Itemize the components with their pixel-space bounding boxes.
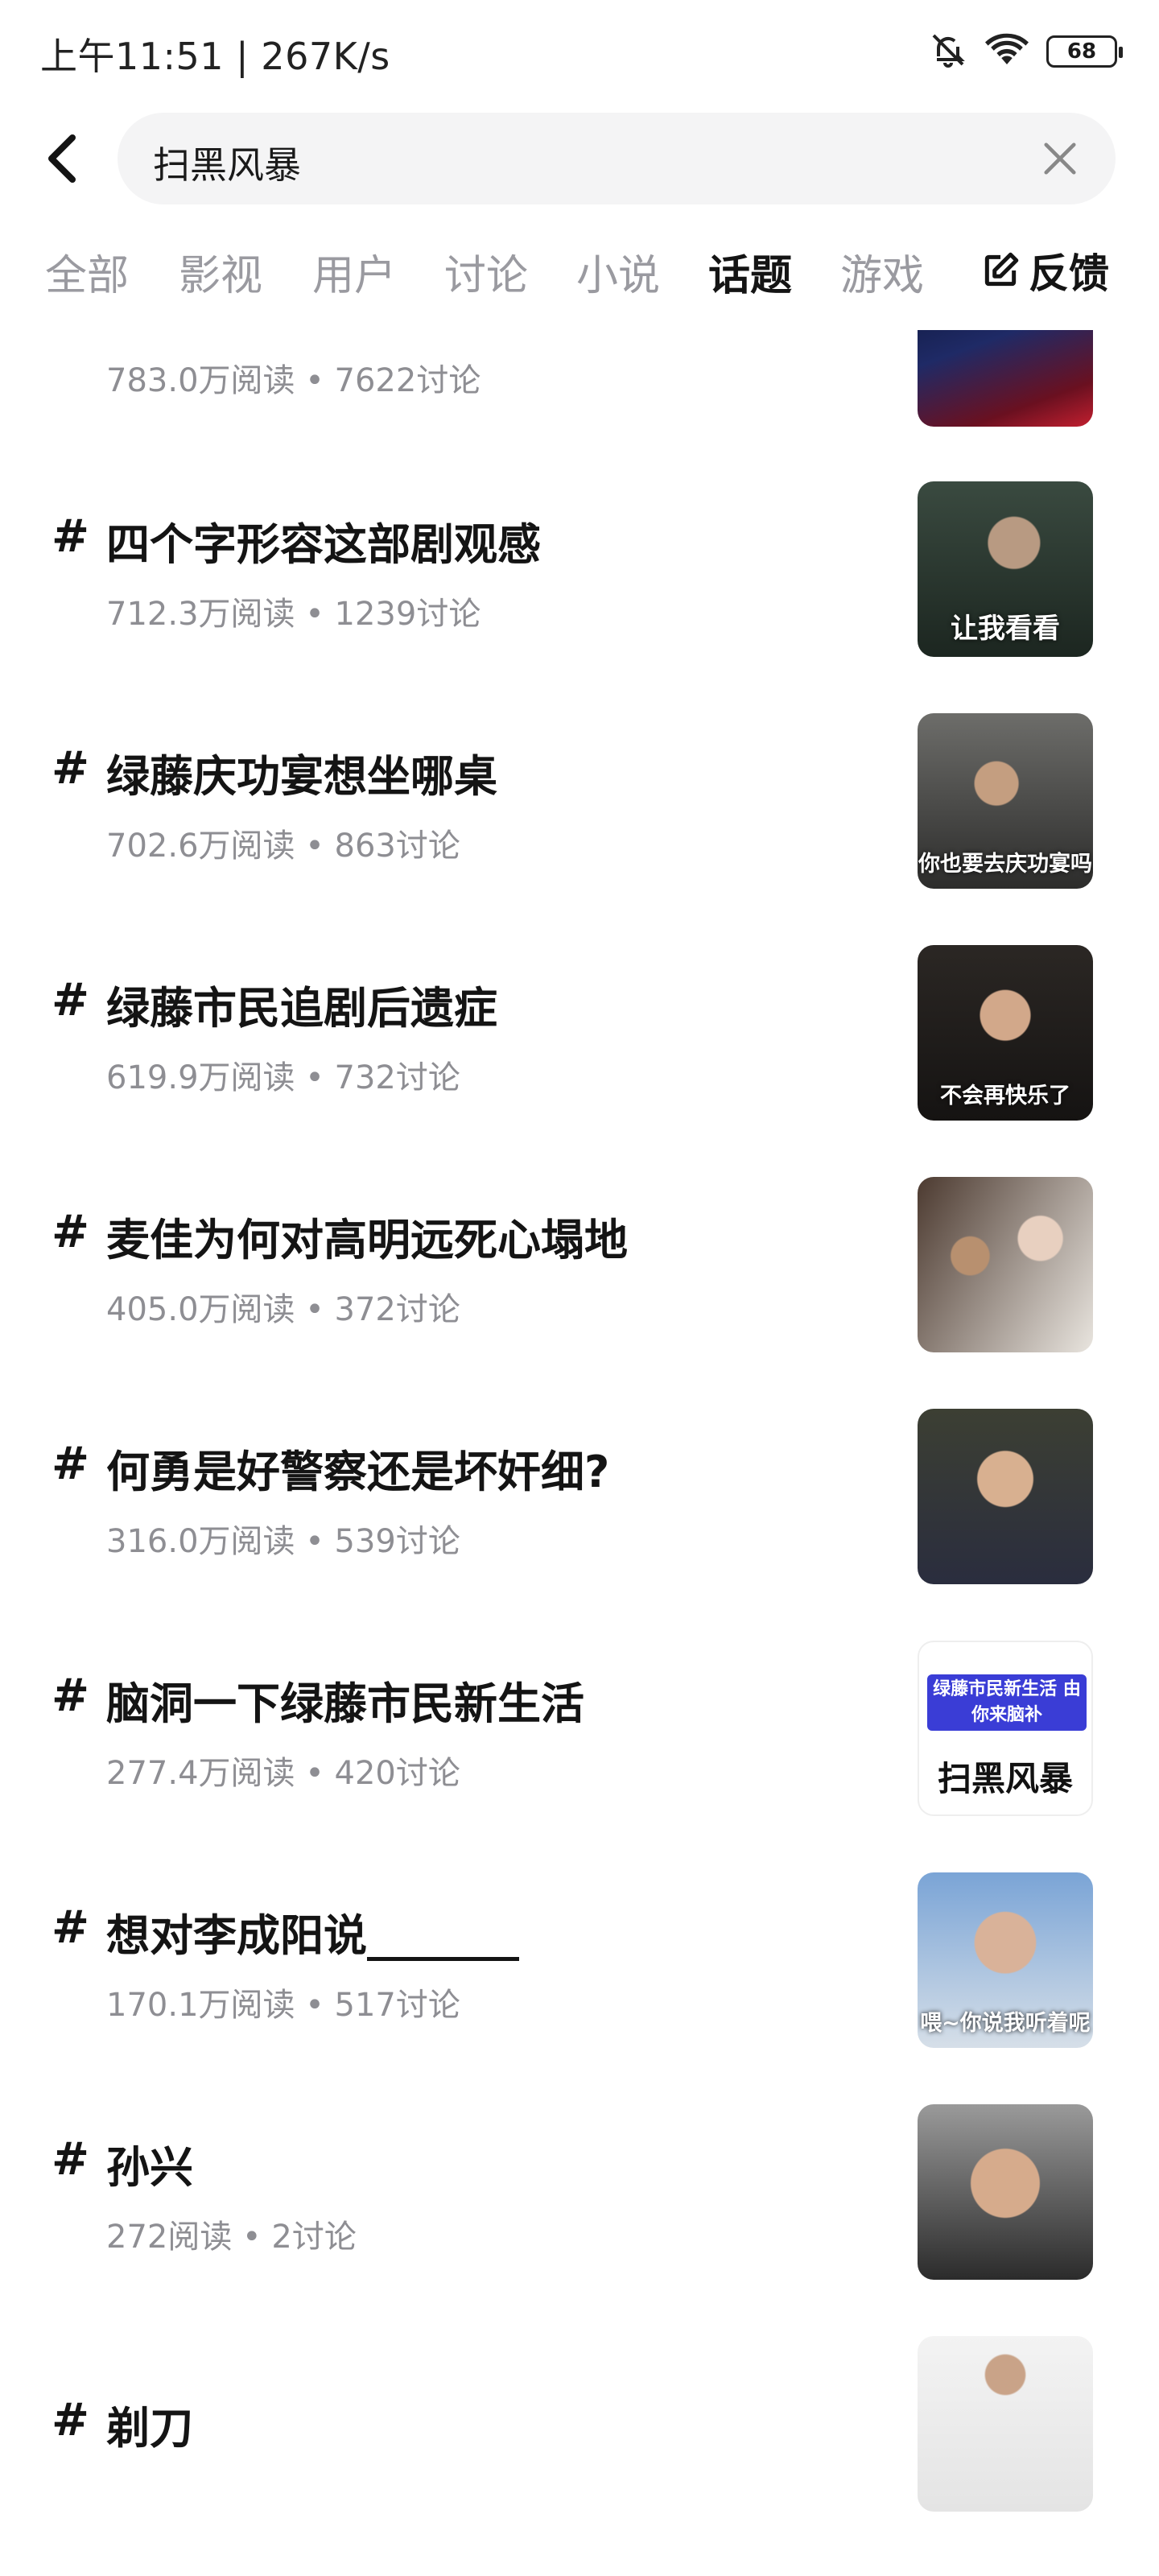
status-time-speed: 上午11:51 | 267K/s — [40, 35, 390, 78]
category-tabs: 全部 影视 用户 讨论 小说 话题 游戏 反馈 — [0, 233, 1159, 322]
topic-title: 脑洞一下绿藤市民新生活 — [106, 1678, 584, 1729]
topic-meta: 702.6万阅读 • 863讨论 — [106, 828, 460, 865]
search-query: 扫黑风暴 — [153, 143, 301, 187]
list-item[interactable]: # 想对李成阳说_______ 170.1万阅读 • 517讨论 喂~你说我听着… — [0, 1872, 1159, 2104]
list-item[interactable]: # 剃刀 — [0, 2336, 1159, 2568]
hashtag-icon: # — [52, 1901, 89, 1954]
thumbnail-caption: 让我看看 — [951, 613, 1060, 645]
list-item[interactable]: # 绿藤庆功宴想坐哪桌 702.6万阅读 • 863讨论 你也要去庆功宴吗 — [0, 713, 1159, 945]
search-input[interactable]: 扫黑风暴 — [118, 113, 1116, 204]
topic-thumbnail — [918, 2336, 1093, 2512]
topic-thumbnail: 绿藤市民新生活 由你来脑补 扫黑风暴 — [918, 1641, 1093, 1816]
list-item[interactable]: # 孙兴 272阅读 • 2讨论 — [0, 2104, 1159, 2336]
clear-icon — [1044, 142, 1076, 175]
tab-novel[interactable]: 小说 — [576, 242, 660, 302]
topic-title: 何勇是好警察还是坏奸细? — [106, 1447, 610, 1497]
wifi-icon — [985, 31, 1029, 72]
status-bar: 上午11:51 | 267K/s 68 — [0, 0, 1159, 105]
topic-meta: 316.0万阅读 • 539讨论 — [106, 1523, 460, 1560]
topic-title: 麦佳为何对高明远死心塌地 — [106, 1215, 628, 1265]
topic-title: 剃刀 — [106, 2403, 193, 2454]
hashtag-icon: # — [52, 2133, 89, 2186]
status-icons: 68 — [929, 31, 1123, 72]
topic-thumbnail: 你也要去庆功宴吗 — [918, 713, 1093, 889]
tab-discussion[interactable]: 讨论 — [444, 242, 528, 302]
topic-list: 783.0万阅读 • 7622讨论 # 四个字形容这部剧观感 712.3万阅读 … — [0, 330, 1159, 2576]
list-item[interactable]: # 绿藤市民追剧后遗症 619.9万阅读 • 732讨论 不会再快乐了 — [0, 945, 1159, 1177]
tab-all[interactable]: 全部 — [45, 242, 129, 302]
list-item[interactable]: 783.0万阅读 • 7622讨论 — [0, 330, 1159, 435]
topic-meta: 712.3万阅读 • 1239讨论 — [106, 596, 481, 633]
thumbnail-caption: 喂~你说我听着呢 — [920, 2011, 1091, 2036]
list-item[interactable]: # 脑洞一下绿藤市民新生活 277.4万阅读 • 420讨论 绿藤市民新生活 由… — [0, 1641, 1159, 1872]
topic-title: 绿藤市民追剧后遗症 — [106, 983, 497, 1034]
topic-title: 绿藤庆功宴想坐哪桌 — [106, 751, 497, 802]
edit-icon — [984, 252, 1019, 287]
back-arrow-icon — [48, 134, 76, 183]
mute-bell-icon — [929, 31, 967, 72]
hashtag-icon: # — [52, 1206, 89, 1258]
hashtag-icon: # — [52, 510, 89, 563]
thumbnail-caption: 你也要去庆功宴吗 — [918, 852, 1092, 877]
feedback-label: 反馈 — [1029, 250, 1109, 297]
poster-banner: 绿藤市民新生活 由你来脑补 — [927, 1674, 1087, 1731]
topic-meta: 277.4万阅读 • 420讨论 — [106, 1755, 460, 1792]
battery-icon: 68 — [1046, 35, 1123, 68]
hashtag-icon: # — [52, 1670, 89, 1722]
list-item[interactable]: # 四个字形容这部剧观感 712.3万阅读 • 1239讨论 让我看看 — [0, 481, 1159, 713]
search-row: 扫黑风暴 — [0, 113, 1159, 204]
topic-meta: 783.0万阅读 • 7622讨论 — [106, 362, 481, 399]
hashtag-icon: # — [52, 974, 89, 1026]
tab-video[interactable]: 影视 — [179, 242, 262, 302]
topic-meta: 272阅读 • 2讨论 — [106, 2219, 357, 2256]
topic-meta: 619.9万阅读 • 732讨论 — [106, 1059, 460, 1096]
topic-title: 四个字形容这部剧观感 — [106, 519, 541, 570]
feedback-button[interactable]: 反馈 — [980, 242, 1109, 299]
topic-thumbnail — [918, 330, 1093, 427]
topic-thumbnail — [918, 2104, 1093, 2280]
topic-thumbnail — [918, 1177, 1093, 1352]
list-item[interactable]: # 何勇是好警察还是坏奸细? 316.0万阅读 • 539讨论 — [0, 1409, 1159, 1641]
hashtag-icon: # — [52, 1438, 89, 1490]
list-item[interactable]: # 麦佳为何对高明远死心塌地 405.0万阅读 • 372讨论 — [0, 1177, 1159, 1409]
topic-thumbnail: 喂~你说我听着呢 — [918, 1872, 1093, 2048]
tab-games[interactable]: 游戏 — [840, 242, 924, 302]
hashtag-icon: # — [52, 742, 89, 795]
topic-thumbnail: 不会再快乐了 — [918, 945, 1093, 1121]
topic-thumbnail — [918, 1409, 1093, 1584]
topic-meta: 170.1万阅读 • 517讨论 — [106, 1987, 460, 2024]
thumbnail-caption: 不会再快乐了 — [940, 1084, 1070, 1108]
tab-topics[interactable]: 话题 — [708, 242, 792, 302]
back-button[interactable] — [37, 130, 85, 187]
hashtag-icon: # — [52, 2394, 89, 2446]
topic-meta: 405.0万阅读 • 372讨论 — [106, 1291, 460, 1328]
clear-button[interactable] — [1040, 138, 1080, 179]
topic-title: 孙兴 — [106, 2142, 193, 2193]
topic-title: 想对李成阳说_______ — [106, 1910, 519, 1961]
poster-logo: 扫黑风暴 — [937, 1759, 1073, 1798]
topic-thumbnail: 让我看看 — [918, 481, 1093, 657]
tab-users[interactable]: 用户 — [312, 242, 396, 302]
